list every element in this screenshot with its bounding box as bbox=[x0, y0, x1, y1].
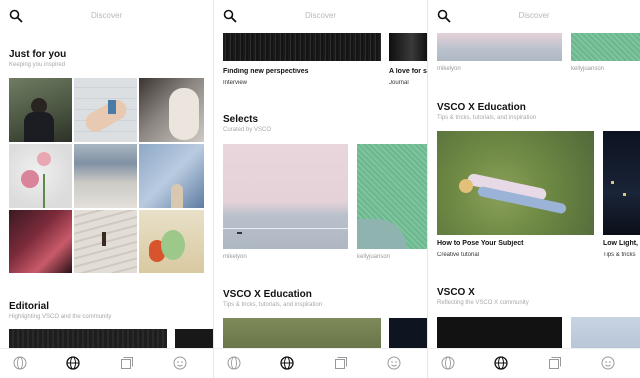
grid-photo[interactable] bbox=[139, 210, 204, 273]
card-subtitle: Interview bbox=[223, 80, 248, 86]
gallery-icon[interactable] bbox=[334, 356, 348, 370]
section-subtitle: Curated by VSCO bbox=[223, 127, 272, 133]
globe-outline-icon[interactable] bbox=[227, 356, 241, 370]
education-card-image[interactable] bbox=[603, 131, 640, 235]
grid-photo[interactable] bbox=[139, 144, 204, 208]
section-subtitle: Highlighting VSCO and the community bbox=[9, 314, 112, 320]
face-icon[interactable] bbox=[601, 356, 615, 370]
photo-credit[interactable]: mikelyon bbox=[223, 254, 247, 260]
card-title[interactable]: A love for s bbox=[389, 68, 427, 75]
globe-icon[interactable] bbox=[66, 356, 80, 370]
card-title[interactable]: Finding new perspectives bbox=[223, 68, 383, 75]
discover-screen-just-for-you: Discover Just for you Keeping you inspir… bbox=[0, 0, 213, 378]
discover-screen-education: Discover mikelyon kellyjuanson VSCO X Ed… bbox=[428, 0, 640, 378]
globe-outline-icon[interactable] bbox=[441, 356, 455, 370]
top-bar: Discover bbox=[214, 0, 427, 32]
grid-photo[interactable] bbox=[9, 144, 72, 208]
card-subtitle: Tips & tricks bbox=[603, 252, 636, 258]
grid-photo[interactable] bbox=[9, 210, 72, 273]
section-title-vsco-x-education: VSCO X Education bbox=[437, 102, 526, 113]
section-title-editorial: Editorial bbox=[9, 301, 50, 312]
section-subtitle: Tips & tricks, tutorials, and inspiratio… bbox=[437, 115, 537, 121]
education-card-image[interactable] bbox=[223, 318, 381, 348]
editorial-card-image[interactable] bbox=[9, 329, 167, 349]
selects-photo[interactable] bbox=[571, 33, 640, 61]
page-title: Discover bbox=[304, 11, 337, 20]
card-title[interactable]: Low Light, bbox=[603, 240, 640, 247]
selects-photo[interactable] bbox=[357, 144, 427, 249]
globe-icon[interactable] bbox=[280, 356, 294, 370]
page-title: Discover bbox=[90, 11, 123, 20]
editorial-card-image[interactable] bbox=[223, 33, 381, 61]
selects-photo[interactable] bbox=[223, 144, 348, 249]
vsco-x-card-image[interactable] bbox=[571, 317, 640, 348]
section-title-vsco-x-education: VSCO X Education bbox=[223, 289, 312, 300]
grid-photo[interactable] bbox=[74, 144, 137, 208]
photo-credit[interactable]: kellyjuanson bbox=[357, 254, 390, 260]
selects-photo[interactable] bbox=[437, 33, 562, 61]
vsco-x-card-image[interactable] bbox=[437, 317, 562, 348]
photo-credit[interactable]: kellyjuanson bbox=[571, 66, 604, 72]
grid-photo[interactable] bbox=[74, 78, 137, 142]
section-subtitle: Keeping you inspired bbox=[9, 62, 66, 68]
section-title-vsco-x: VSCO X bbox=[437, 287, 475, 298]
section-title-selects: Selects bbox=[223, 114, 259, 125]
card-title[interactable]: How to Pose Your Subject bbox=[437, 240, 597, 247]
top-bar: Discover bbox=[0, 0, 213, 32]
education-card-image[interactable] bbox=[389, 318, 427, 348]
grid-photo[interactable] bbox=[139, 78, 204, 142]
gallery-icon[interactable] bbox=[548, 356, 562, 370]
editorial-card-image[interactable] bbox=[175, 329, 213, 349]
discover-screen-selects: Discover Finding new perspectives Interv… bbox=[214, 0, 427, 378]
section-title-just-for-you: Just for you bbox=[9, 49, 67, 60]
education-card-image[interactable] bbox=[437, 131, 594, 235]
gallery-icon[interactable] bbox=[120, 356, 134, 370]
bottom-nav bbox=[428, 348, 640, 378]
photo-credit[interactable]: mikelyon bbox=[437, 66, 461, 72]
top-bar: Discover bbox=[428, 0, 640, 32]
grid-photo[interactable] bbox=[74, 210, 137, 273]
editorial-card-image[interactable] bbox=[389, 33, 427, 61]
card-subtitle: Creative tutorial bbox=[437, 252, 480, 258]
bottom-nav bbox=[214, 348, 427, 378]
page-title: Discover bbox=[518, 11, 550, 20]
card-subtitle: Journal bbox=[389, 80, 409, 86]
bottom-nav bbox=[0, 348, 213, 378]
face-icon[interactable] bbox=[173, 356, 187, 370]
globe-icon[interactable] bbox=[494, 356, 508, 370]
grid-photo[interactable] bbox=[9, 78, 72, 142]
section-subtitle: Reflecting the VSCO X community bbox=[437, 300, 529, 306]
section-subtitle: Tips & tricks, tutorials, and inspiratio… bbox=[223, 302, 323, 308]
globe-outline-icon[interactable] bbox=[13, 356, 27, 370]
face-icon[interactable] bbox=[387, 356, 401, 370]
